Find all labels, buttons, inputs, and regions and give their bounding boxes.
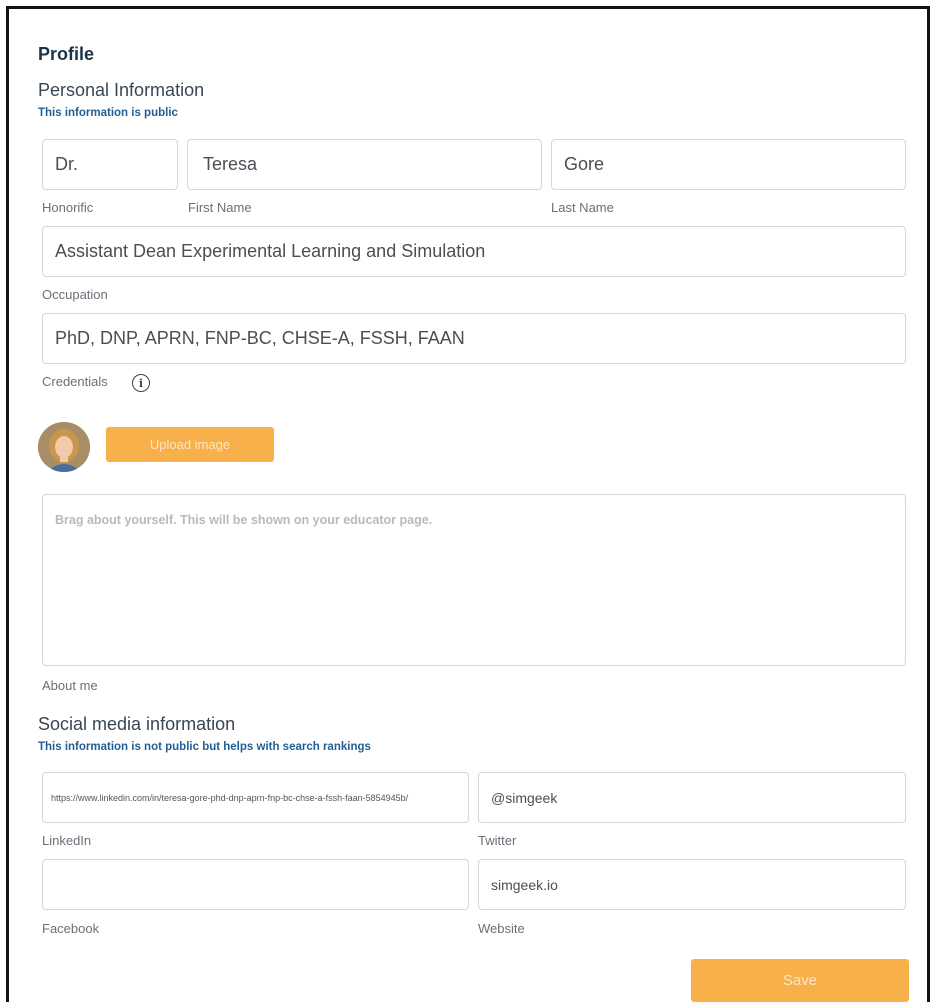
occupation-label: Occupation: [42, 287, 108, 302]
save-button[interactable]: Save: [691, 959, 909, 1002]
personal-info-subheading: This information is public: [38, 107, 178, 119]
website-field[interactable]: simgeek.io: [478, 859, 906, 910]
first-name-label: First Name: [188, 200, 252, 215]
linkedin-label: LinkedIn: [42, 833, 92, 848]
linkedin-field[interactable]: https://www.linkedin.com/in/teresa-gore-…: [42, 772, 469, 823]
credentials-field[interactable]: PhD, DNP, APRN, FNP-BC, CHSE-A, FSSH, FA…: [42, 313, 906, 364]
last-name-label: Last Name: [551, 200, 614, 215]
avatar: [38, 422, 90, 472]
social-media-subheading: This information is not public but helps…: [38, 741, 371, 753]
facebook-label: Facebook: [42, 921, 100, 936]
info-icon[interactable]: i: [132, 374, 150, 392]
twitter-field[interactable]: @simgeek: [478, 772, 906, 823]
personal-info-heading: Personal Information: [38, 80, 205, 100]
about-me-label: About me: [42, 678, 98, 693]
page-title: Profile: [38, 44, 95, 64]
facebook-field[interactable]: [42, 859, 469, 910]
credentials-label: Credentials: [42, 374, 108, 389]
honorific-label: Honorific: [42, 200, 94, 215]
website-label: Website: [478, 921, 525, 936]
first-name-field[interactable]: Teresa: [187, 139, 542, 190]
social-media-heading: Social media information: [38, 714, 236, 734]
occupation-field[interactable]: Assistant Dean Experimental Learning and…: [42, 226, 906, 277]
last-name-field[interactable]: Gore: [551, 139, 906, 190]
upload-image-button[interactable]: Upload image: [106, 427, 274, 462]
about-me-textarea[interactable]: Brag about yourself. This will be shown …: [42, 494, 906, 666]
honorific-field[interactable]: Dr.: [42, 139, 178, 190]
twitter-label: Twitter: [478, 833, 517, 848]
